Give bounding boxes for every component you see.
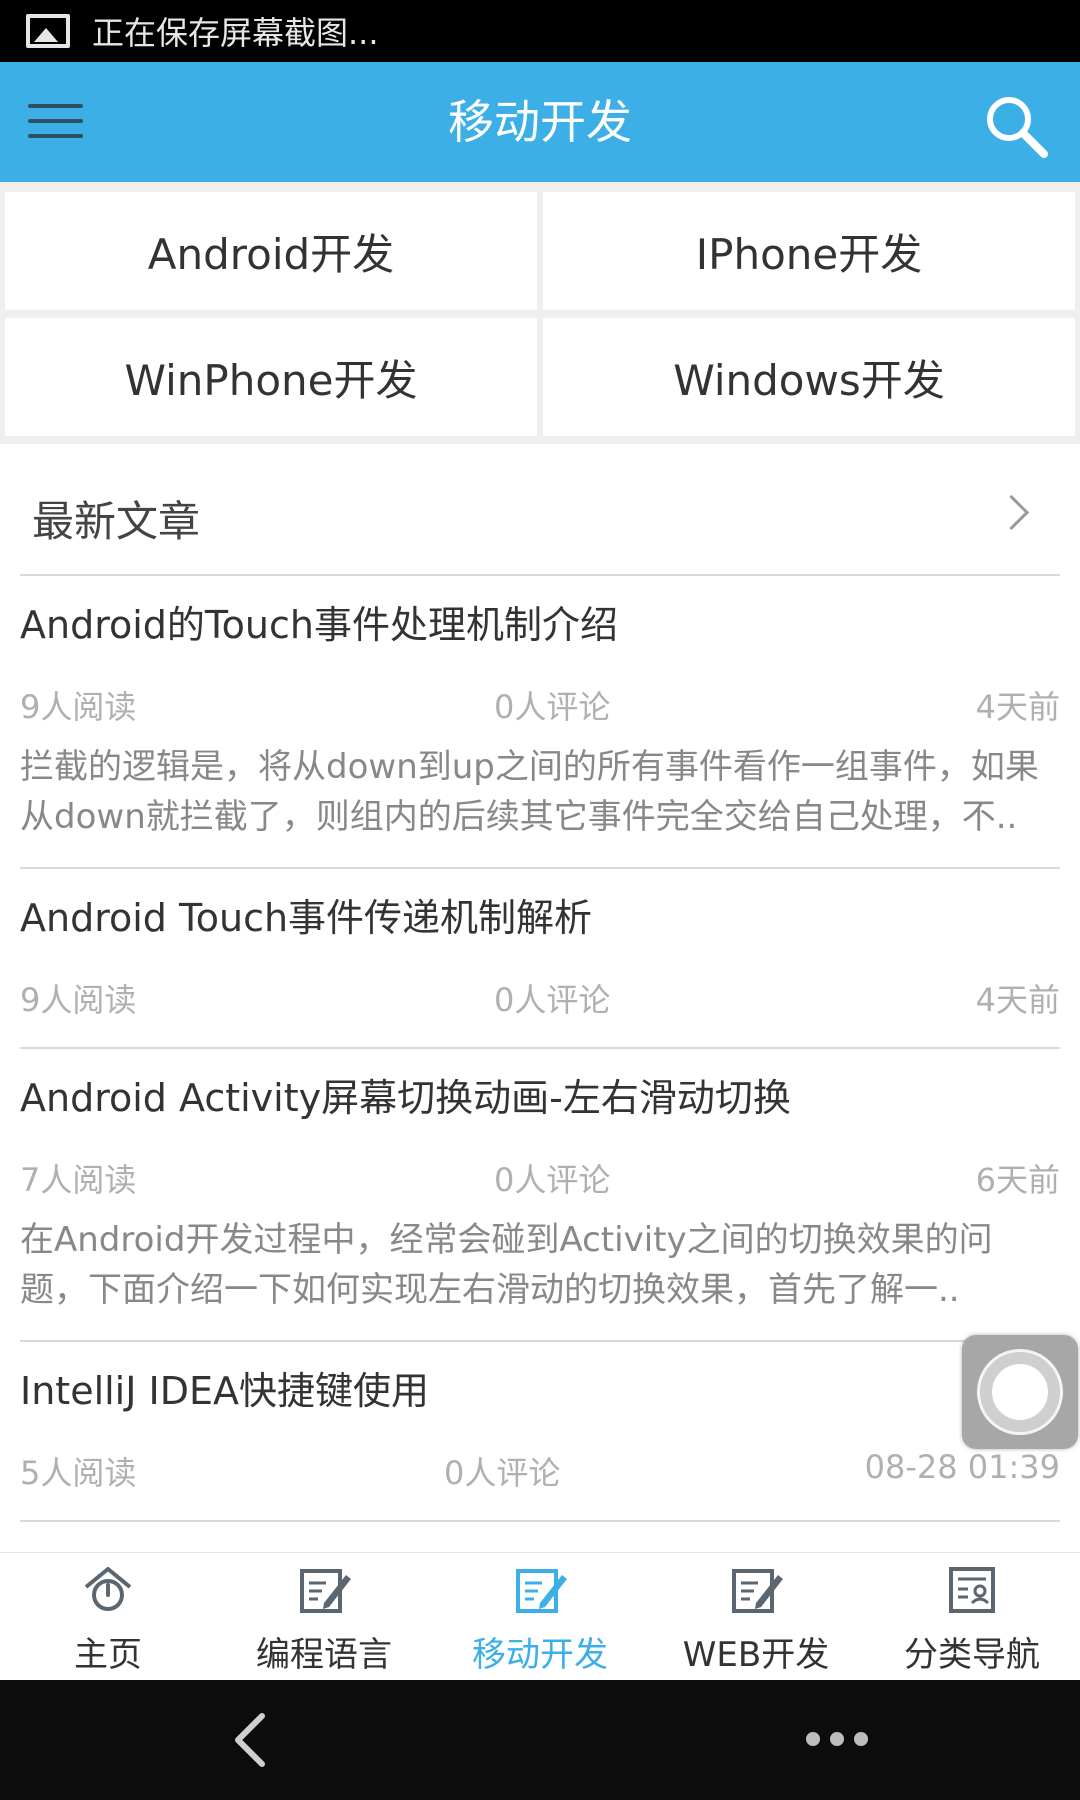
article-time: 6天前 — [975, 1161, 1060, 1199]
nav-programming[interactable]: 编程语言 — [216, 1553, 432, 1681]
assist-dot-icon — [992, 1364, 1048, 1420]
bottom-nav: 主页 编程语言 移动开发 WEB开发 分类导航 — [0, 1552, 1080, 1681]
nav-label: 移动开发 — [472, 1635, 608, 1675]
nav-category[interactable]: 分类导航 — [864, 1553, 1080, 1681]
article-item[interactable]: Android的Touch事件处理机制介绍 9人阅读 0人评论 4天前 拦截的逻… — [20, 576, 1060, 869]
article-title: Android的Touch事件处理机制介绍 — [20, 603, 618, 647]
comment-count: 0人评论 — [494, 1161, 611, 1199]
read-count: 9人阅读 — [20, 688, 137, 726]
article-time: 4天前 — [975, 688, 1060, 726]
nav-web-dev[interactable]: WEB开发 — [648, 1553, 864, 1681]
nav-label: WEB开发 — [682, 1635, 830, 1675]
image-icon — [26, 14, 70, 48]
comment-count: 0人评论 — [444, 1454, 561, 1492]
profile-card-icon — [949, 1567, 995, 1613]
more-icon[interactable] — [806, 1732, 868, 1746]
comment-count: 0人评论 — [494, 688, 611, 726]
section-title: 最新文章 — [32, 496, 201, 546]
comment-count: 0人评论 — [494, 981, 611, 1019]
article-item[interactable]: Android Touch事件传递机制解析 9人阅读 0人评论 4天前 — [20, 869, 1060, 1049]
back-icon[interactable] — [222, 1710, 282, 1770]
article-item[interactable]: Android Activity屏幕切换动画-左右滑动切换 7人阅读 0人评论 … — [20, 1049, 1060, 1342]
edit-icon — [516, 1569, 567, 1613]
read-count: 5人阅读 — [20, 1454, 137, 1492]
nav-home[interactable]: 主页 — [0, 1553, 216, 1681]
latest-articles-header[interactable]: 最新文章 — [20, 462, 1060, 576]
article-title: Android Activity屏幕切换动画-左右滑动切换 — [20, 1076, 791, 1120]
article-time: 4天前 — [975, 981, 1060, 1019]
system-nav-bar — [0, 1680, 1080, 1800]
category-winphone[interactable]: WinPhone开发 — [5, 318, 537, 436]
nav-label: 主页 — [74, 1635, 142, 1675]
article-summary: 拦截的逻辑是，将从down到up之间的所有事件看作一组事件，如果从down就拦截… — [20, 747, 1039, 837]
home-icon — [84, 1567, 132, 1611]
search-icon[interactable] — [982, 92, 1052, 162]
page-title: 移动开发 — [448, 95, 632, 149]
article-title: Android Touch事件传递机制解析 — [20, 896, 593, 940]
read-count: 9人阅读 — [20, 981, 137, 1019]
category-android[interactable]: Android开发 — [5, 192, 537, 310]
category-iphone[interactable]: IPhone开发 — [543, 192, 1075, 310]
chevron-right-icon — [993, 494, 1030, 531]
nav-label: 编程语言 — [256, 1635, 392, 1675]
article-item[interactable]: IntelliJ IDEA快捷键使用 5人阅读 0人评论 08-28 01:39 — [20, 1342, 1060, 1522]
status-text: 正在保存屏幕截图... — [92, 14, 379, 52]
edit-icon — [732, 1569, 783, 1613]
nav-mobile-dev[interactable]: 移动开发 — [432, 1553, 648, 1681]
category-windows[interactable]: Windows开发 — [543, 318, 1075, 436]
article-title: IntelliJ IDEA快捷键使用 — [20, 1369, 430, 1413]
floating-assist-button[interactable] — [962, 1335, 1078, 1449]
read-count: 7人阅读 — [20, 1161, 137, 1199]
nav-label: 分类导航 — [904, 1635, 1040, 1675]
article-time: 08-28 01:39 — [864, 1448, 1060, 1486]
app-bar: 移动开发 — [0, 62, 1080, 182]
edit-icon — [300, 1569, 351, 1613]
status-bar: 正在保存屏幕截图... — [0, 0, 1080, 62]
article-list: Android的Touch事件处理机制介绍 9人阅读 0人评论 4天前 拦截的逻… — [20, 576, 1060, 1522]
article-summary: 在Android开发过程中，经常会碰到Activity之间的切换效果的问题，下面… — [20, 1220, 993, 1310]
category-grid: Android开发 IPhone开发 WinPhone开发 Windows开发 — [0, 182, 1080, 444]
